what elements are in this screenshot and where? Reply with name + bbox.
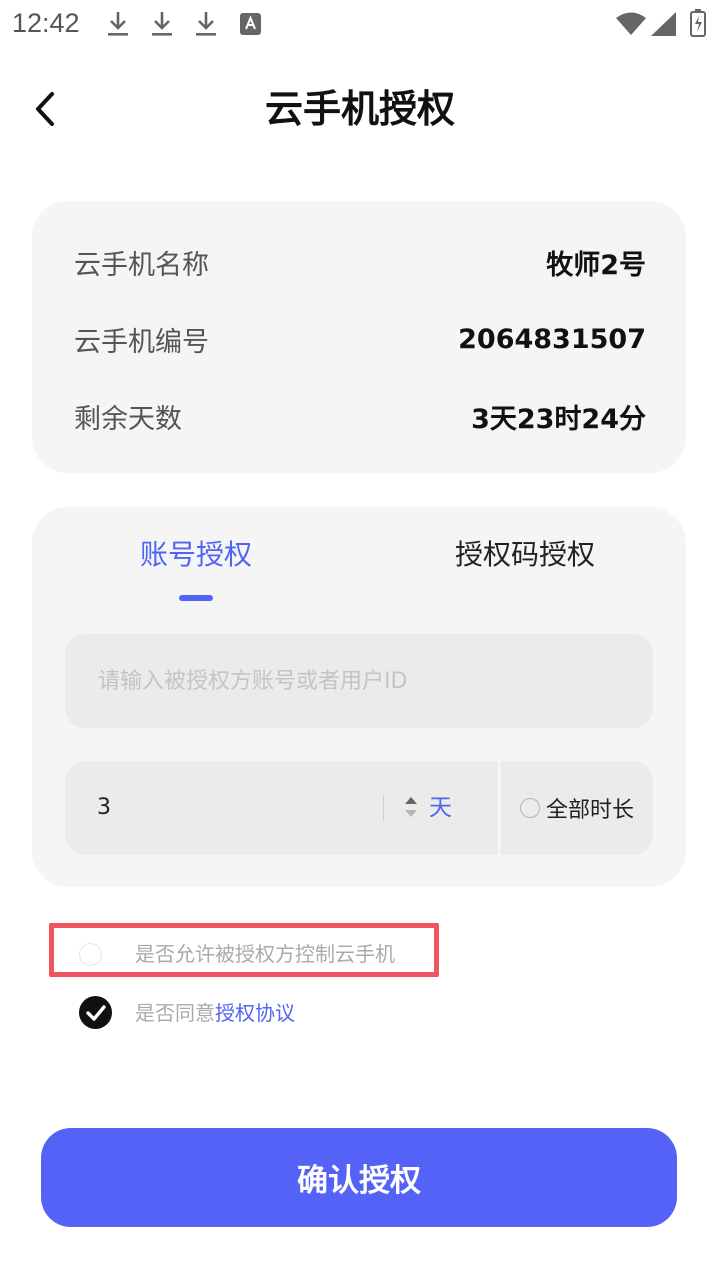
agree-checkbox[interactable]	[79, 996, 112, 1029]
checkmark-icon	[85, 1004, 106, 1021]
duration-value[interactable]: 3	[97, 761, 111, 855]
agree-prefix: 是否同意	[135, 1001, 215, 1025]
tab-indicator	[179, 595, 213, 601]
full-duration-radio[interactable]	[519, 798, 540, 818]
full-duration-option[interactable]: 全部时长	[501, 761, 653, 855]
info-value: 2064831507	[458, 323, 646, 355]
info-row-name: 云手机名称 牧师2号	[74, 242, 646, 282]
tab-code-auth[interactable]: 授权码授权	[455, 535, 595, 575]
tab-account-auth[interactable]: 账号授权	[140, 535, 252, 575]
agree-text: 是否同意授权协议	[135, 999, 295, 1027]
download-icon	[108, 12, 128, 36]
info-value: 3天23时24分	[471, 403, 646, 435]
keyboard-a-icon	[240, 13, 261, 35]
status-bar: 12:42	[0, 0, 720, 50]
battery-icon	[690, 9, 706, 37]
agreement-link[interactable]: 授权协议	[215, 1001, 295, 1025]
info-row-remaining: 剩余天数 3天23时24分	[74, 396, 646, 436]
download-icon	[196, 12, 216, 36]
stepper-icon[interactable]	[404, 794, 418, 820]
duration-field[interactable]: 3 天	[65, 761, 498, 855]
page-title: 云手机授权	[264, 87, 455, 131]
signal-icon	[651, 12, 676, 36]
allow-control-option[interactable]: 是否允许被授权方控制云手机	[79, 940, 395, 968]
wifi-icon	[616, 12, 646, 35]
auth-card: 账号授权 授权码授权 3 天 全部时长	[32, 507, 686, 887]
info-row-number: 云手机编号 2064831507	[74, 319, 646, 359]
allow-control-label: 是否允许被授权方控制云手机	[135, 942, 395, 966]
full-duration-label: 全部时长	[545, 798, 634, 823]
confirm-button[interactable]: 确认授权	[41, 1128, 677, 1227]
download-icon	[152, 12, 172, 36]
phone-info-card: 云手机名称 牧师2号 云手机编号 2064831507 剩余天数 3天23时24…	[32, 201, 686, 473]
account-input[interactable]	[65, 634, 653, 728]
divider	[383, 795, 384, 821]
info-label: 云手机编号	[74, 326, 209, 358]
allow-control-radio[interactable]	[79, 942, 102, 966]
info-label: 剩余天数	[74, 403, 182, 435]
status-time: 12:42	[12, 8, 80, 38]
info-value: 牧师2号	[546, 249, 646, 281]
info-label: 云手机名称	[74, 249, 209, 281]
unit-select[interactable]: 天	[429, 761, 452, 855]
